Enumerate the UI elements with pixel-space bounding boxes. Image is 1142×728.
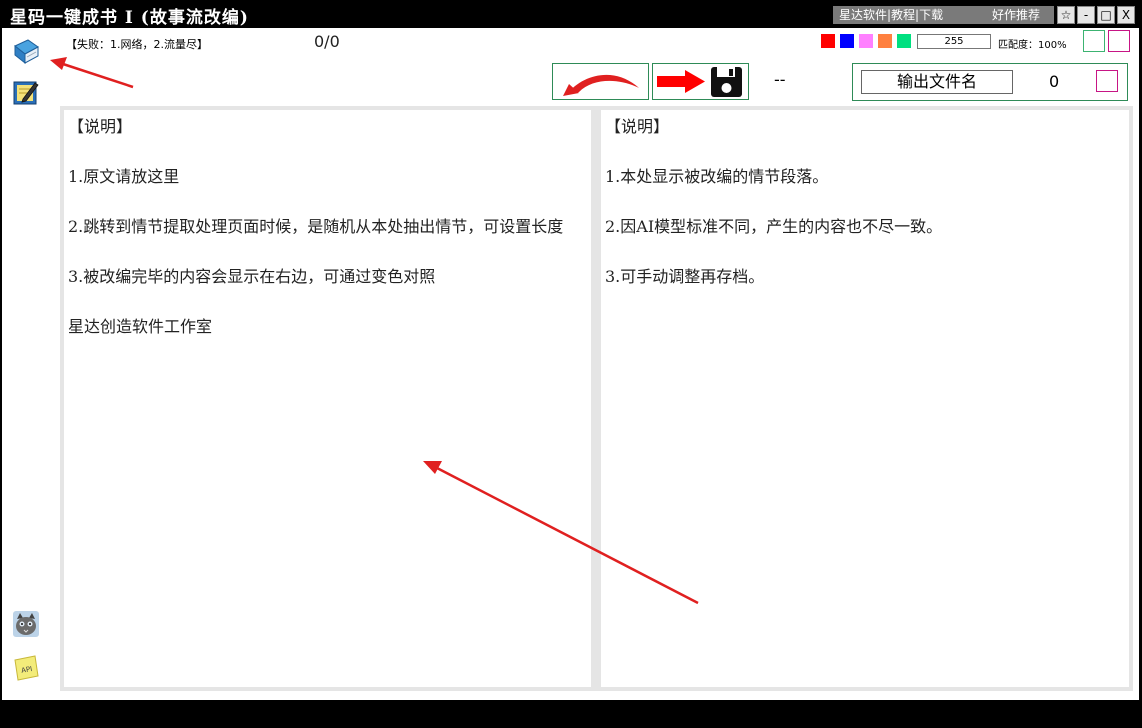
title-links: 星达软件|教程|下载 好作推荐 bbox=[833, 6, 1054, 24]
pink-toggle-box[interactable] bbox=[1108, 30, 1130, 52]
status-fail-text: 【失败：1.网络，2.流量尽】 bbox=[66, 38, 208, 51]
green-toggle-box[interactable] bbox=[1083, 30, 1105, 52]
bottom-border bbox=[0, 700, 1142, 728]
output-toggle-box[interactable] bbox=[1096, 70, 1118, 92]
progress-counter: 0/0 bbox=[314, 32, 340, 51]
color-swatch-pink[interactable] bbox=[859, 34, 873, 48]
book-icon[interactable] bbox=[11, 37, 41, 67]
color-swatch-green[interactable] bbox=[897, 34, 911, 48]
minimize-button[interactable]: - bbox=[1077, 6, 1095, 24]
undo-button[interactable] bbox=[552, 63, 649, 100]
color-swatch-blue[interactable] bbox=[840, 34, 854, 48]
left-line: 2.跳转到情节提取处理页面时候，是随机从本处抽出情节，可设置长度 bbox=[68, 217, 564, 236]
output-group: 输出文件名 0 bbox=[852, 63, 1128, 101]
curved-arrow-left-icon bbox=[563, 74, 639, 96]
right-line: 【说明】 bbox=[605, 117, 670, 136]
title-bar: 星码一键成书 I (故事流改编) 星达软件|教程|下载 好作推荐 ☆ - □ X bbox=[0, 0, 1142, 28]
save-button[interactable] bbox=[652, 63, 749, 100]
api-note-icon[interactable]: API bbox=[11, 653, 41, 683]
left-line: 【说明】 bbox=[68, 117, 133, 136]
right-line: 1.本处显示被改编的情节段落。 bbox=[605, 167, 829, 186]
right-line: 2.因AI模型标准不同，产生的内容也不尽一致。 bbox=[605, 217, 943, 236]
color-swatch-red[interactable] bbox=[821, 34, 835, 48]
save-to-disk-icon bbox=[657, 67, 742, 97]
link-xingda-software[interactable]: 星达软件|教程|下载 bbox=[833, 6, 978, 24]
maximize-button[interactable]: □ bbox=[1097, 6, 1115, 24]
value-input[interactable]: 255 bbox=[917, 34, 991, 49]
match-label: 匹配度：100% bbox=[998, 40, 1067, 51]
pin-button[interactable]: ☆ bbox=[1057, 6, 1075, 24]
output-filename-button[interactable]: 输出文件名 bbox=[861, 70, 1013, 94]
adapted-text-panel[interactable]: 【说明】 1.本处显示被改编的情节段落。 2.因AI模型标准不同，产生的内容也不… bbox=[601, 110, 1129, 687]
notepad-edit-icon[interactable] bbox=[11, 77, 41, 107]
output-count: 0 bbox=[1049, 72, 1060, 91]
left-line: 3.被改编完毕的内容会显示在右边，可通过变色对照 bbox=[68, 267, 436, 286]
close-button[interactable]: X bbox=[1117, 6, 1135, 24]
source-text-panel[interactable]: 【说明】 1.原文请放这里 2.跳转到情节提取处理页面时候，是随机从本处抽出情节… bbox=[64, 110, 591, 687]
left-line: 1.原文请放这里 bbox=[68, 167, 180, 186]
cat-avatar-icon[interactable] bbox=[11, 609, 41, 639]
status-dash: -- bbox=[774, 70, 786, 89]
right-line: 3.可手动调整再存档。 bbox=[605, 267, 765, 286]
color-swatch-orange[interactable] bbox=[878, 34, 892, 48]
window-title: 星码一键成书 I (故事流改编) bbox=[10, 8, 249, 28]
link-recommend[interactable]: 好作推荐 bbox=[978, 6, 1054, 24]
left-line: 星达创造软件工作室 bbox=[68, 317, 213, 336]
